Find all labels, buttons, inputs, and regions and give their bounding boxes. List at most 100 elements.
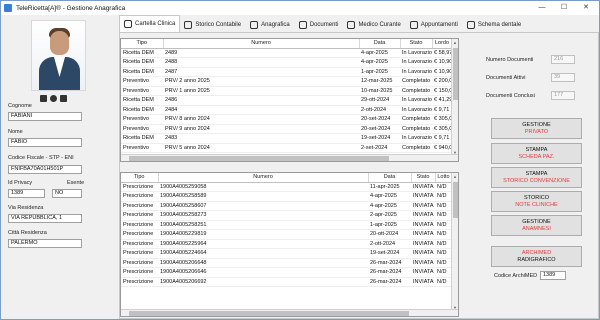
cognome-field[interactable]: FABIANI	[8, 112, 82, 121]
storico-note-button[interactable]: STORICO NOTE CLINICHE	[491, 191, 582, 212]
codice-fiscale-field[interactable]: FNIFBA70A01H501P	[8, 165, 82, 174]
cell-extra: € 41,29	[432, 95, 452, 106]
prescriptions-vscroll[interactable]: ▲ ▼	[451, 173, 458, 311]
table-row[interactable]: Preventivo PRV/ 1 anno 2025 10-mar-2025 Com…	[121, 86, 452, 96]
table-row[interactable]: Prescrizione 1900A4005225964 2-ott-2024 INV…	[121, 239, 452, 249]
stampa-scheda-button[interactable]: STAMPA SCHEDA PAZ.	[491, 143, 582, 164]
table-row[interactable]: Preventivo PRV/ 8 anno 2024 20-set-2024 Com…	[121, 114, 452, 125]
tab-schema-dentale[interactable]: Schema dentale	[463, 17, 526, 32]
documents-vscroll[interactable]: ▲ ▼	[451, 39, 458, 156]
tab-medico-curante[interactable]: Medico Curante	[343, 17, 405, 32]
cell-tipo: Preventivo	[121, 124, 163, 134]
scroll-thumb[interactable]	[129, 156, 389, 161]
col-stato[interactable]: Stato	[400, 39, 433, 49]
cell-stato: Completato	[400, 143, 432, 153]
table-row[interactable]: Prescrizione 1900A4005258273 2-apr-2025 INV…	[121, 210, 452, 221]
documents-hscroll[interactable]	[121, 154, 458, 161]
tab-documenti[interactable]: Documenti	[295, 17, 344, 32]
maximize-button[interactable]: ☐	[553, 1, 575, 15]
stampa-storico-button[interactable]: STAMPA STORICO CONVENZIONE	[491, 167, 582, 188]
table-row[interactable]: Prescrizione 1900A4005229819 20-ott-2024 IN…	[121, 229, 452, 240]
cell-tipo: Preventivo	[121, 143, 163, 153]
prescriptions-grid[interactable]: Tipo Numero Data Stato Lotto Prescrizion…	[120, 172, 459, 317]
col-tipo[interactable]: Tipo	[121, 173, 159, 183]
table-row[interactable]: Ricetta DEM24884-apr-2025In Lavorazione€…	[121, 57, 452, 68]
scroll-up-icon[interactable]: ▲	[453, 174, 457, 179]
doctor-icon	[347, 20, 356, 29]
id-privacy-field[interactable]: 1389	[8, 189, 45, 198]
col-lotto[interactable]: Lotto	[435, 173, 453, 183]
table-row[interactable]: Prescrizione 1900A4005206646 26-mar-2024 IN…	[121, 267, 452, 278]
euro-icon	[184, 20, 193, 29]
table-row[interactable]: Prescrizione 1900A4005224664 19-set-2024 IN…	[121, 248, 452, 259]
cartella-clinica-panel: Tipo Numero Data Stato Lordo Ricetta DEM…	[119, 32, 599, 319]
table-row[interactable]: Prescrizione 1900A4005206648 26-mar-2024 IN…	[121, 258, 452, 268]
gestione-privato-button[interactable]: GESTIONE PRIVATO	[491, 118, 582, 139]
scroll-thumb[interactable]	[453, 182, 458, 218]
cell-extra: € 10,90	[432, 67, 452, 77]
table-row[interactable]: Ricetta DEM248319-set-2024In Lavorazione…	[121, 133, 452, 144]
cell-data: 4-apr-2025	[359, 57, 400, 68]
tab-storico-contabile[interactable]: Storico Contabile	[180, 17, 246, 32]
cell-numero: 2486	[163, 95, 359, 106]
documents-grid[interactable]: Tipo Numero Data Stato Lordo Ricetta DEM…	[120, 38, 459, 162]
cell-tipo: Prescrizione	[121, 239, 158, 249]
delete-icon[interactable]	[60, 95, 67, 102]
cell-tipo: Ricetta DEM	[121, 57, 163, 68]
id-privacy-label: Id Privacy	[8, 180, 33, 186]
prescriptions-hscroll[interactable]	[121, 309, 458, 316]
table-row[interactable]: Prescrizione 1900A4005258607 4-apr-2025 INV…	[121, 201, 452, 211]
cell-extra: € 305,00	[432, 114, 452, 125]
table-row[interactable]: Preventivo PRV/ 5 anno 2024 2-set-2024 Comp…	[121, 143, 452, 153]
table-row[interactable]: Prescrizione 1900A4005259058 11-apr-2025 IN…	[121, 182, 452, 192]
table-row[interactable]: Preventivo PRV/ 9 anno 2024 20-set-2024 Com…	[121, 124, 452, 134]
cell-extra: € 940,00	[432, 143, 452, 153]
cell-stato: Completato	[400, 114, 432, 125]
col-lordo[interactable]: Lordo	[432, 39, 453, 49]
col-tipo[interactable]: Tipo	[121, 39, 164, 49]
nome-field[interactable]: FABIO	[8, 138, 82, 147]
documenti-attivi-label: Documenti Attivi	[486, 75, 526, 81]
archimed-radiografico-button[interactable]: ARCHIMED RADIGRAFICO	[491, 246, 582, 267]
camera-icon[interactable]	[50, 95, 57, 102]
tab-cartella-clinica[interactable]: Cartella Clinica	[119, 15, 181, 32]
table-row[interactable]: Ricetta DEM248629-ott-2024In Lavorazione…	[121, 95, 452, 106]
cell-extra: € 58,97	[432, 48, 452, 58]
table-row[interactable]: Prescrizione 1900A4005258251 1-apr-2025 INV…	[121, 220, 452, 230]
col-data[interactable]: Data	[359, 39, 401, 49]
col-stato[interactable]: Stato	[411, 173, 436, 183]
cell-stato: In Lavorazione	[400, 57, 432, 68]
citta-residenza-label: Città Residenza	[8, 230, 47, 236]
gestione-anamnesi-button[interactable]: GESTIONE ANAMNESI	[491, 215, 582, 236]
cell-tipo: Prescrizione	[121, 258, 158, 268]
table-row[interactable]: Ricetta DEM24894-apr-2025In Lavorazione€…	[121, 48, 452, 58]
scroll-thumb[interactable]	[453, 48, 458, 100]
col-data[interactable]: Data	[368, 173, 412, 183]
codice-archimed-field[interactable]: 1389	[540, 271, 566, 280]
close-button[interactable]: ✕	[575, 1, 597, 15]
minimize-button[interactable]: —	[531, 1, 553, 15]
table-row[interactable]: Prescrizione 1900A4005258589 4-apr-2025 INV…	[121, 191, 452, 202]
window-title: TeleRicetta[A]® - Gestione Anagrafica	[16, 4, 126, 12]
button-line1: STAMPA	[525, 171, 548, 177]
citta-residenza-field[interactable]: PALERMO	[8, 239, 82, 248]
via-residenza-field[interactable]: VIA REPUBBLICA, 1	[8, 214, 82, 223]
scroll-up-icon[interactable]: ▲	[453, 40, 457, 45]
table-row[interactable]: Ricetta DEM24871-apr-2025In Lavorazione€…	[121, 67, 452, 77]
folder-icon[interactable]	[40, 95, 47, 102]
table-row[interactable]: Prescrizione 1900A4005206692 26-mar-2024 IN…	[121, 277, 452, 287]
id-card-icon	[250, 20, 259, 29]
calendar-icon	[409, 20, 418, 29]
col-numero[interactable]: Numero	[158, 173, 369, 183]
table-row[interactable]: Preventivo PRV/ 2 anno 2025 12-mar-2025 Com…	[121, 76, 452, 87]
cell-tipo: Preventivo	[121, 114, 163, 125]
scroll-thumb[interactable]	[129, 311, 409, 316]
cell-data: 20-set-2024	[359, 114, 400, 125]
esente-field[interactable]: NO	[52, 189, 82, 198]
tab-appuntamenti[interactable]: Appuntamenti	[406, 17, 463, 32]
table-row[interactable]: Ricetta DEM24842-ott-2024In Lavorazione€…	[121, 105, 452, 115]
cell-numero: 2484	[163, 105, 359, 115]
tab-anagrafica[interactable]: Anagrafica	[246, 17, 295, 32]
cell-stato: INVIATA	[411, 182, 435, 192]
col-numero[interactable]: Numero	[163, 39, 360, 49]
